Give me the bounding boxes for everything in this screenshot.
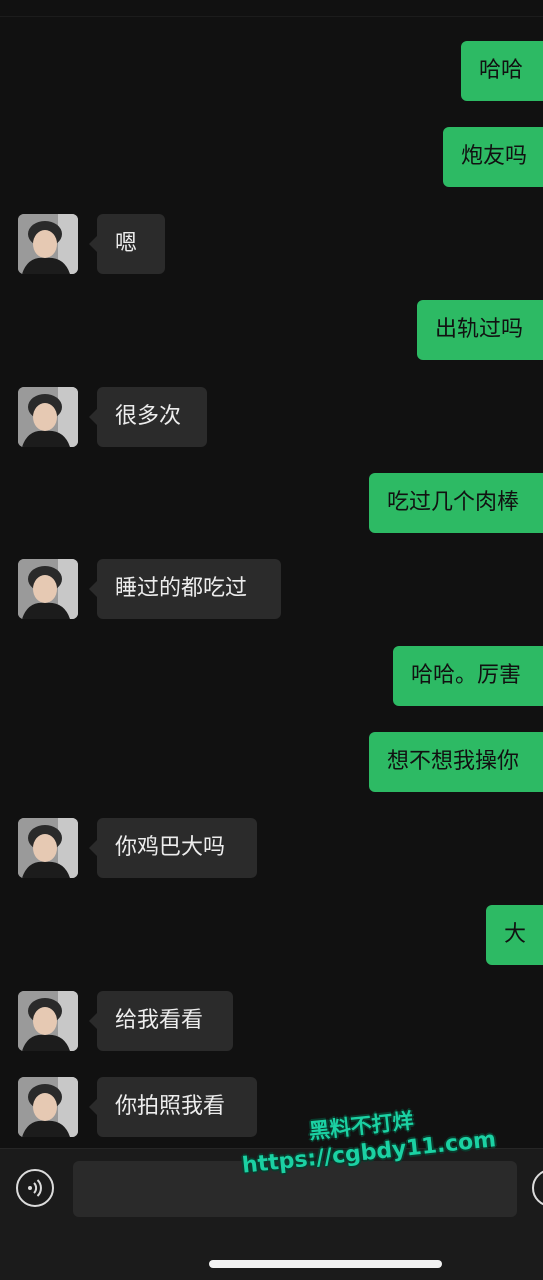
contact-avatar[interactable] <box>18 214 78 274</box>
avatar-photo-icon <box>18 818 78 878</box>
sent-message-bubble[interactable]: 炮友吗 <box>443 127 543 187</box>
avatar-photo-icon <box>18 1077 78 1137</box>
received-message-bubble[interactable]: 你鸡巴大吗 <box>89 818 257 878</box>
home-indicator[interactable] <box>209 1260 442 1268</box>
avatar-photo-icon <box>18 991 78 1051</box>
received-message-bubble[interactable]: 很多次 <box>89 387 207 447</box>
contact-avatar[interactable] <box>18 818 78 878</box>
avatar-photo-icon <box>18 387 78 447</box>
received-message-bubble[interactable]: 睡过的都吃过 <box>89 559 281 619</box>
sent-message-bubble[interactable]: 哈哈 <box>461 41 543 101</box>
voice-button[interactable] <box>16 1169 54 1207</box>
sent-message-bubble[interactable]: 吃过几个肉棒 <box>369 473 543 533</box>
received-message-bubble[interactable]: 嗯 <box>89 214 165 274</box>
received-message-bubble[interactable]: 你拍照我看 <box>89 1077 257 1137</box>
avatar-photo-icon <box>18 559 78 619</box>
sent-message-bubble[interactable]: 大 <box>486 905 543 965</box>
message-input[interactable] <box>73 1161 517 1217</box>
contact-avatar[interactable] <box>18 991 78 1051</box>
sent-message-bubble[interactable]: 想不想我操你 <box>369 732 543 792</box>
avatar-photo-icon <box>18 214 78 274</box>
emoji-button[interactable] <box>532 1169 543 1207</box>
chat-area[interactable]: 哈哈 炮友吗 嗯 出轨过吗 很多次 吃过几个肉棒 睡过的都吃过 哈哈。厉害 想不… <box>0 0 543 1148</box>
contact-avatar[interactable] <box>18 387 78 447</box>
contact-avatar[interactable] <box>18 1077 78 1137</box>
contact-avatar[interactable] <box>18 559 78 619</box>
sent-message-bubble[interactable]: 出轨过吗 <box>417 300 543 360</box>
sent-message-bubble[interactable]: 哈哈。厉害 <box>393 646 543 706</box>
received-message-bubble[interactable]: 给我看看 <box>89 991 233 1051</box>
voice-icon <box>28 1179 42 1197</box>
